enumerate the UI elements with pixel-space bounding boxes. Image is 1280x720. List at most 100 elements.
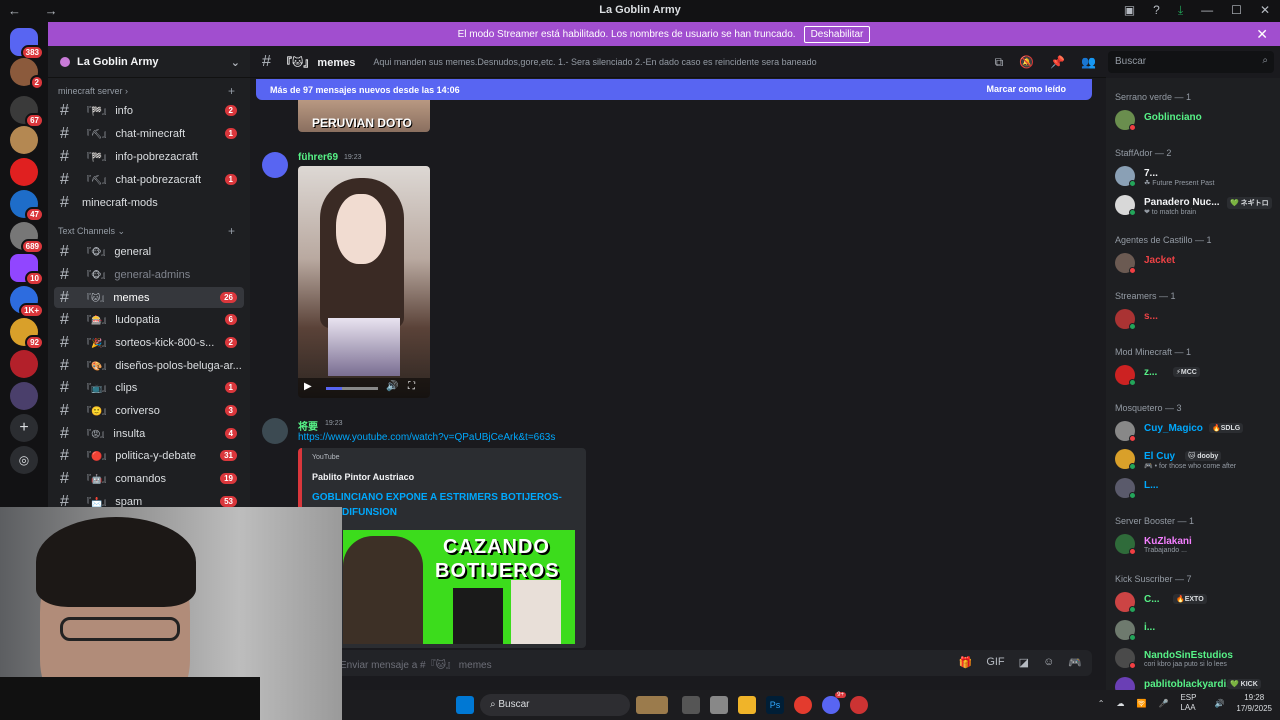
server-icon[interactable]: 47 — [10, 190, 44, 222]
fullscreen-icon[interactable]: ⛶ — [408, 381, 415, 392]
embed-provider[interactable]: YouTube — [312, 454, 340, 461]
download-icon[interactable]: ⤓ — [1178, 3, 1183, 18]
message-input[interactable]: Enviar mensaje a #『🐱』 memes 🎁 GIF ◪ ☺ 🎮 — [330, 650, 1092, 676]
gift-icon[interactable]: 🎁 — [959, 656, 973, 669]
file-explorer-icon[interactable] — [738, 696, 756, 714]
channel-chat-minecraft[interactable]: # 『⛏』 chat-minecraft 1 — [54, 123, 244, 144]
mic-icon[interactable]: 🎤 — [1158, 699, 1168, 708]
minimize-icon[interactable]: — — [1201, 3, 1213, 18]
channel-general[interactable]: # 『🐵』 general — [54, 241, 244, 262]
network-icon[interactable]: 🛜 — [1137, 699, 1147, 708]
chevron-up-icon[interactable]: ⌃ — [1098, 699, 1105, 708]
channel-info[interactable]: # 『🏁』 info 2 — [54, 100, 244, 121]
widget-icon[interactable] — [636, 696, 668, 714]
channel-clips[interactable]: # 『📺』 clips 1 — [54, 377, 244, 398]
category-text-channels[interactable]: Text Channels ⌄ + — [58, 224, 235, 238]
discord-taskbar-icon[interactable]: 9+ — [822, 692, 846, 714]
gif-icon[interactable]: GIF — [986, 656, 1004, 669]
channel-insulta[interactable]: # 『😡』 insulta 4 — [54, 423, 244, 444]
taskbar-search[interactable]: ⌕ Buscar — [480, 694, 630, 716]
language-indicator[interactable]: ESP LAA — [1180, 693, 1202, 713]
member-item[interactable]: El Cuy 🐱 dooby 🎮 • for those who come afte… — [1115, 448, 1275, 472]
new-messages-bar[interactable]: Más de 97 mensajes nuevos desde las 14:0… — [256, 79, 1092, 100]
server-icon[interactable] — [10, 382, 38, 410]
explore-icon[interactable]: ◎ — [10, 446, 38, 474]
notifications-icon[interactable]: 🔕 — [1019, 55, 1034, 70]
channel-sorteos-kick-800-s[interactable]: # 『🎉』 sorteos-kick-800-s... 2 — [54, 332, 244, 353]
add-channel-icon[interactable]: + — [228, 84, 235, 98]
member-item[interactable]: pablitoblackyardi... 💚 KICK — [1115, 676, 1275, 690]
threads-icon[interactable]: ⧉ — [995, 55, 1004, 70]
channel-coriverso[interactable]: # 『🙂』 coriverso 3 — [54, 400, 244, 421]
embed-thumbnail[interactable]: CAZANDO BOTIJEROS — [343, 530, 575, 644]
photoshop-icon[interactable]: Ps — [766, 696, 784, 714]
channel-info-pobrezacraft[interactable]: # 『🏁』 info-pobrezacraft — [54, 146, 244, 167]
channel-minecraft-mods[interactable]: # minecraft-mods — [54, 192, 244, 213]
member-item[interactable]: KuZlakani Trabajando ... — [1115, 533, 1275, 557]
cloud-icon[interactable]: ☁ — [1117, 699, 1125, 708]
member-item[interactable]: 7... ☘ Future Present Past — [1115, 165, 1275, 189]
channel-general-admins[interactable]: # 『🐵』 general-admins — [54, 264, 244, 285]
twitch-server-icon[interactable]: 10 — [10, 254, 44, 286]
member-item[interactable]: s... — [1115, 308, 1275, 332]
inbox-icon[interactable]: ▣ — [1124, 3, 1135, 18]
member-item[interactable]: Cuy_Magico 🔥SDLG — [1115, 420, 1275, 444]
video-progress[interactable] — [326, 387, 378, 390]
apps-icon[interactable]: 🎮 — [1068, 656, 1082, 669]
maximize-icon[interactable]: ☐ — [1231, 3, 1242, 18]
mark-as-read-button[interactable]: Marcar como leído — [986, 84, 1066, 94]
channel-topic[interactable]: Aqui manden sus memes.Desnudos,gore,etc.… — [373, 57, 816, 67]
member-item[interactable]: Panadero Nuc... 💚 ネギトロ ❤ to match brain — [1115, 194, 1275, 218]
channel-memes[interactable]: # 『🐱』 memes 26 — [54, 287, 244, 308]
channel-dise-os-polos-beluga-ar[interactable]: # 『🎨』 diseños-polos-beluga-ar... — [54, 355, 244, 376]
video-attachment[interactable]: ▶ 🔊 ⛶ — [298, 166, 430, 398]
disable-streamer-button[interactable]: Deshabilitar — [803, 25, 871, 43]
add-server-icon[interactable]: + — [10, 414, 38, 442]
volume-icon[interactable]: 🔊 — [386, 381, 398, 392]
clock[interactable]: 19:28 17/9/2025 — [1236, 692, 1272, 714]
app-icon[interactable] — [850, 696, 868, 714]
discord-home-icon[interactable]: 383 — [10, 28, 44, 60]
message-author[interactable]: führer69 — [298, 152, 338, 163]
channel-chat-pobrezacraft[interactable]: # 『⛏』 chat-pobrezacraft 1 — [54, 169, 244, 190]
close-window-icon[interactable]: ✕ — [1260, 3, 1270, 18]
category-minecraft[interactable]: minecraft server › + — [58, 84, 235, 98]
channel-comandos[interactable]: # 『🤖』 comandos 19 — [54, 468, 244, 489]
start-icon[interactable] — [456, 696, 474, 714]
guild-header[interactable]: La Goblin Army ⌄ — [48, 46, 250, 78]
server-icon[interactable]: 92 — [10, 318, 44, 350]
member-item[interactable]: NandoSinEstudios cori kbro jaa puto si lo… — [1115, 647, 1275, 671]
emoji-icon[interactable]: ☺ — [1043, 656, 1054, 669]
add-channel-icon[interactable]: + — [228, 224, 235, 238]
message-author[interactable]: 将要 — [298, 418, 318, 433]
channel-politica-y-debate[interactable]: # 『🔴』 politica-y-debate 31 — [54, 445, 244, 466]
server-icon[interactable]: 689 — [10, 222, 44, 254]
embed-author[interactable]: Pablito Pintor Austriaco — [312, 472, 414, 482]
member-item[interactable]: z... ⚡MCC — [1115, 364, 1275, 388]
server-icon[interactable]: 67 — [10, 96, 44, 128]
server-icon[interactable] — [10, 350, 38, 378]
chrome-icon[interactable] — [794, 696, 812, 714]
close-icon[interactable]: ✕ — [1256, 26, 1268, 43]
avatar[interactable] — [262, 152, 288, 178]
youtube-link[interactable]: https://www.youtube.com/watch?v=QPaUBjCe… — [298, 432, 555, 443]
help-icon[interactable]: ? — [1153, 3, 1160, 18]
server-icon[interactable] — [10, 158, 38, 186]
sticker-icon[interactable]: ◪ — [1019, 656, 1029, 669]
app-icon[interactable] — [710, 696, 728, 714]
members-icon[interactable]: 👥 — [1081, 55, 1096, 70]
server-icon[interactable]: 2 — [10, 58, 44, 90]
member-item[interactable]: L... — [1115, 477, 1275, 501]
pin-icon[interactable]: 📌 — [1050, 55, 1065, 70]
member-item[interactable]: Goblinciano — [1115, 109, 1275, 133]
play-icon[interactable]: ▶ — [304, 381, 312, 392]
embed-title[interactable]: GOBLINCIANO EXPONE A ESTRIMERS BOTIJEROS… — [312, 490, 572, 520]
volume-icon[interactable]: 🔊 — [1214, 699, 1224, 708]
search-input[interactable]: Buscar ⌕ — [1108, 51, 1274, 73]
member-item[interactable]: C... 🔥EXTO — [1115, 591, 1275, 615]
member-item[interactable]: i... — [1115, 619, 1275, 643]
task-view-icon[interactable] — [682, 696, 700, 714]
member-item[interactable]: Jacket — [1115, 252, 1275, 276]
server-icon[interactable]: 1K+ — [10, 286, 44, 318]
server-icon[interactable] — [10, 126, 38, 154]
